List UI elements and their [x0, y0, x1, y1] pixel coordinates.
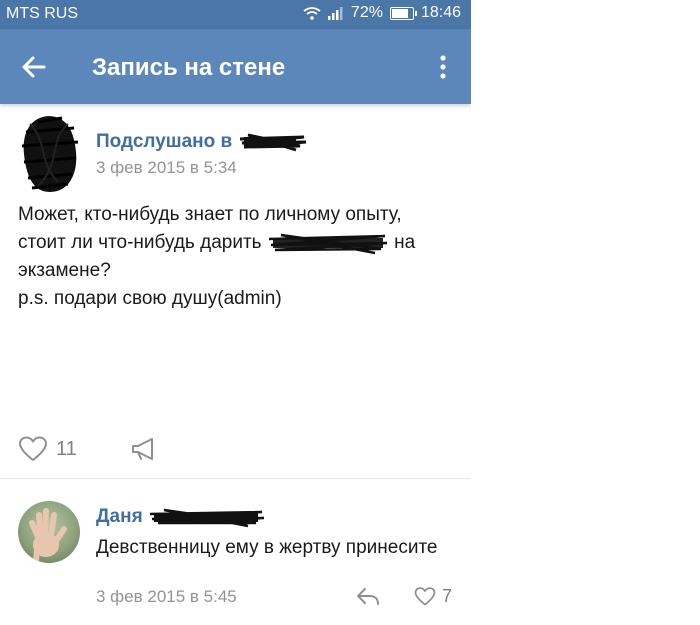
status-icons: 72% 18:46 [303, 4, 461, 22]
redacted-avatar[interactable] [18, 112, 82, 196]
post-author-name[interactable]: Подслушано в [96, 131, 232, 152]
redacted-scribble [149, 508, 265, 528]
wifi-icon [303, 7, 321, 20]
comment-author-name[interactable]: Даня [96, 506, 143, 527]
post-line-2-start: стоит ли что-нибудь дарить [18, 232, 262, 253]
hand-photo [29, 508, 67, 563]
post-date: 3 фев 2015 в 5:34 [96, 158, 237, 177]
reply-icon[interactable] [356, 586, 380, 606]
comment-like-count: 7 [442, 586, 453, 606]
post-line-2: стоит ли что-нибудь дарить на [18, 229, 458, 257]
redacted-scribble [268, 233, 387, 255]
post-line-1: Может, кто-нибудь знает по личному опыту… [18, 204, 402, 225]
clock: 18:46 [420, 4, 461, 21]
post-text: Может, кто-нибудь знает по личному опыту… [18, 201, 458, 313]
status-bar: MTS RUS 72% 18:46 [0, 0, 471, 29]
post-line-4: p.s. подари свою душу(admin) [18, 288, 282, 309]
post-author-link[interactable]: Подслушано в [96, 131, 308, 153]
app-bar: Запись на стене [0, 29, 471, 104]
page-title: Запись на стене [92, 54, 286, 81]
comment-author-link[interactable]: Даня [96, 506, 266, 528]
comment-like-button[interactable]: 7 [414, 586, 452, 607]
battery-percent: 72% [350, 4, 383, 21]
post-line-3: экзамене? [18, 260, 111, 281]
redacted-scribble [239, 133, 306, 152]
comment-text: Девственницу ему в жертву принесите [96, 537, 438, 558]
megaphone-icon[interactable] [130, 437, 158, 461]
battery-icon [389, 6, 417, 20]
post-like-count: 11 [56, 437, 77, 460]
phone-screen: MTS RUS 72% 18:46 Запись на стене Подслу… [0, 0, 471, 625]
heart-icon [19, 436, 47, 461]
signal-icon [327, 7, 343, 20]
post-like-button[interactable]: 11 [18, 436, 77, 462]
heart-icon [414, 587, 436, 606]
more-vertical-icon[interactable] [435, 53, 451, 81]
divider [0, 478, 471, 479]
post-line-2-end: на [394, 232, 416, 253]
avatar[interactable] [18, 501, 80, 563]
carrier-name: MTS RUS [6, 5, 78, 22]
arrow-left-icon[interactable] [20, 53, 48, 81]
comment-date: 3 фев 2015 в 5:45 [96, 587, 237, 606]
